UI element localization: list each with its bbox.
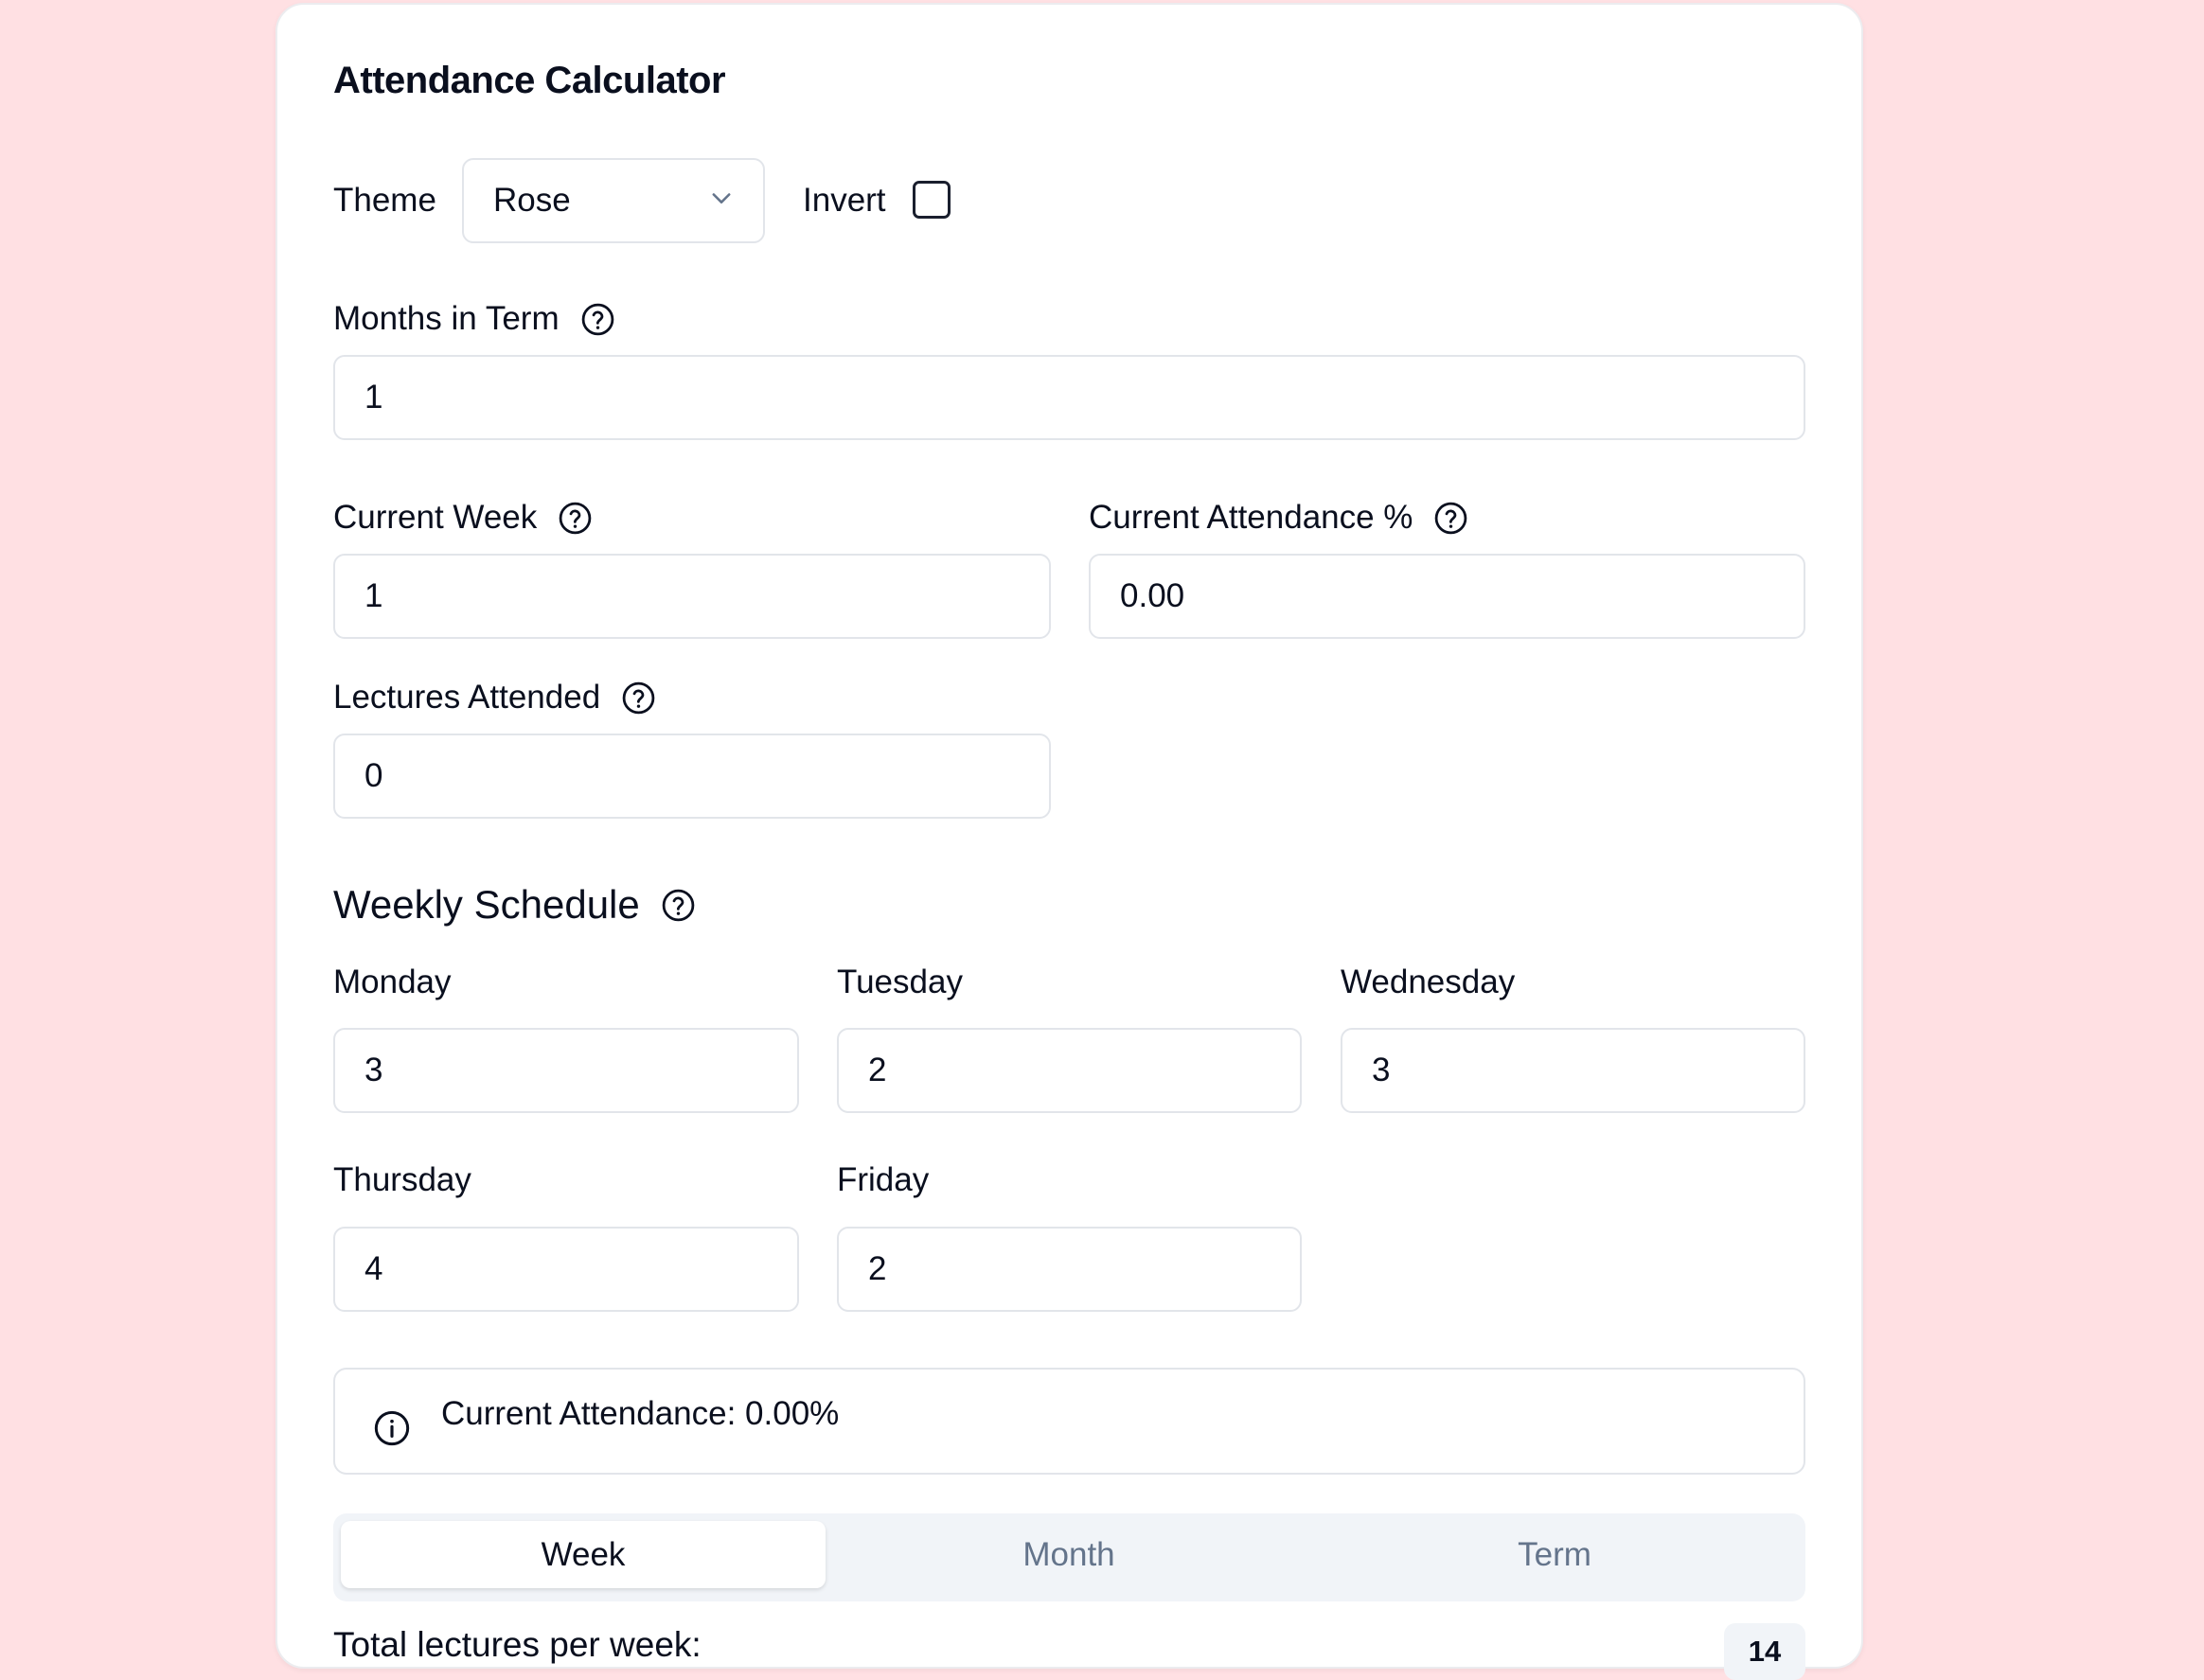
- friday-input[interactable]: 2: [837, 1227, 1302, 1312]
- period-tabs: Week Month Term: [333, 1513, 1805, 1601]
- current-attendance-input[interactable]: 0.00: [1089, 554, 1805, 639]
- monday-value: 3: [364, 1052, 383, 1088]
- lectures-attended-input[interactable]: 0: [333, 734, 1051, 819]
- total-lectures-badge: 14: [1724, 1623, 1805, 1680]
- wednesday-value: 3: [1372, 1052, 1391, 1088]
- lectures-attended-value: 0: [364, 757, 383, 794]
- invert-checkbox[interactable]: [913, 181, 951, 219]
- total-lectures-label: Total lectures per week:: [333, 1625, 702, 1664]
- current-week-label-text: Current Week: [333, 499, 538, 536]
- tuesday-value: 2: [868, 1052, 887, 1088]
- calculator-card: Attendance Calculator Theme Rose Invert …: [276, 3, 1863, 1680]
- friday-label: Friday: [837, 1161, 930, 1198]
- theme-select[interactable]: Rose: [462, 158, 765, 243]
- monday-input[interactable]: 3: [333, 1028, 799, 1113]
- page-title: Attendance Calculator: [333, 60, 726, 101]
- alert-text: Current Attendance: 0.00%: [441, 1395, 840, 1432]
- months-in-term-label-text: Months in Term: [333, 300, 560, 337]
- tab-month[interactable]: Month: [826, 1521, 1311, 1588]
- months-in-term-input[interactable]: 1: [333, 355, 1805, 440]
- help-icon[interactable]: [1433, 501, 1468, 536]
- wednesday-label: Wednesday: [1341, 964, 1516, 1000]
- months-in-term-label: Months in Term: [333, 300, 615, 338]
- current-week-input[interactable]: 1: [333, 554, 1051, 639]
- thursday-input[interactable]: 4: [333, 1227, 799, 1312]
- current-week-value: 1: [364, 577, 383, 614]
- tab-week[interactable]: Week: [341, 1521, 826, 1588]
- info-icon: [373, 1409, 411, 1452]
- lectures-attended-label-text: Lectures Attended: [333, 679, 601, 716]
- help-icon[interactable]: [661, 888, 696, 923]
- friday-value: 2: [868, 1250, 887, 1287]
- tuesday-input[interactable]: 2: [837, 1028, 1302, 1113]
- current-attendance-value: 0.00: [1120, 577, 1185, 614]
- theme-select-value: Rose: [493, 182, 571, 219]
- current-attendance-label-text: Current Attendance %: [1089, 499, 1413, 536]
- help-icon[interactable]: [621, 681, 656, 716]
- thursday-value: 4: [364, 1250, 383, 1287]
- current-week-label: Current Week: [333, 499, 593, 537]
- help-icon[interactable]: [558, 501, 593, 536]
- tab-term[interactable]: Term: [1312, 1521, 1797, 1588]
- thursday-label: Thursday: [333, 1161, 471, 1198]
- current-attendance-label: Current Attendance %: [1089, 499, 1468, 537]
- attendance-alert: Current Attendance: 0.00%: [333, 1368, 1805, 1475]
- months-in-term-value: 1: [364, 379, 383, 416]
- tuesday-label: Tuesday: [837, 964, 963, 1000]
- monday-label: Monday: [333, 964, 452, 1000]
- lectures-attended-label: Lectures Attended: [333, 679, 656, 716]
- invert-label: Invert: [803, 182, 886, 219]
- theme-label: Theme: [333, 182, 436, 219]
- help-icon[interactable]: [580, 302, 615, 337]
- chevron-down-icon: [708, 182, 735, 220]
- weekly-schedule-title: Weekly Schedule: [333, 882, 640, 927]
- wednesday-input[interactable]: 3: [1341, 1028, 1805, 1113]
- weekly-schedule-heading: Weekly Schedule: [333, 882, 696, 928]
